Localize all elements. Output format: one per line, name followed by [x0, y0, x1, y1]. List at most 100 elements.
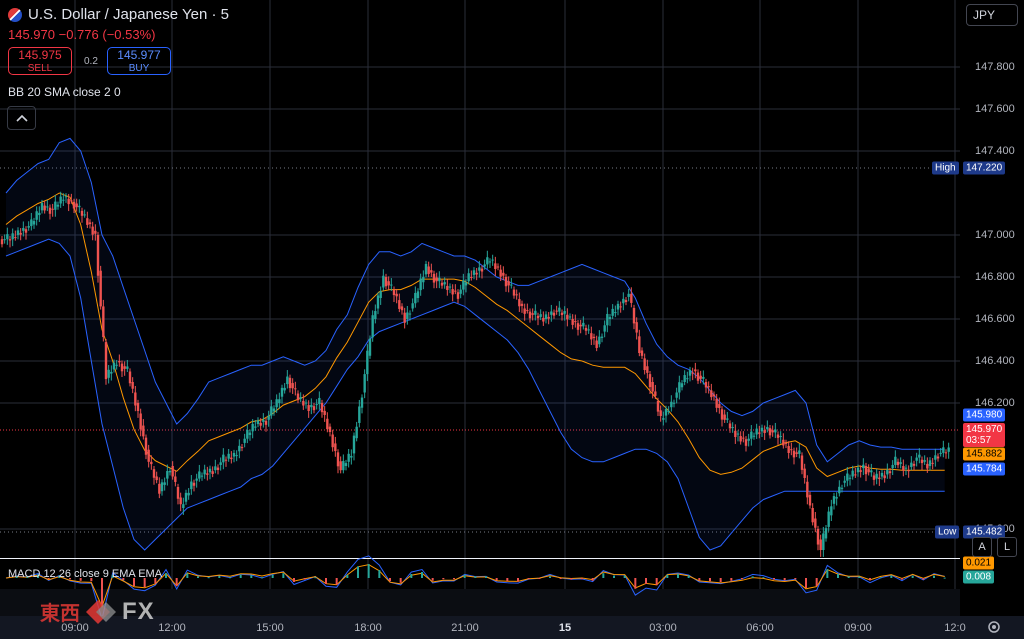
macd-hist-bar [879, 577, 882, 579]
buy-button[interactable]: 145.977 BUY [107, 47, 171, 75]
candle-body [275, 399, 278, 408]
candle-body [819, 539, 822, 550]
candle-body [128, 371, 132, 384]
candle-body [323, 410, 326, 415]
candle-body [363, 374, 366, 393]
price-label: 146.400 [975, 355, 1015, 367]
candle-body [942, 447, 945, 453]
candle-body [734, 430, 737, 438]
candle-body [270, 406, 273, 416]
candle-body [464, 282, 468, 286]
macd-hist-bar [751, 576, 754, 578]
bb-upper-tag: 145.980 [963, 408, 1006, 422]
candle-body [744, 439, 748, 446]
candle-body [451, 289, 454, 295]
candle-body [816, 529, 820, 545]
symbol-header[interactable]: U.S. Dollar / Japanese Yen · 5 [8, 6, 229, 23]
candle-body [352, 435, 356, 454]
candle-body [198, 471, 201, 479]
bb-basis-tag: 145.882 [963, 447, 1006, 461]
candle-body [240, 447, 244, 449]
candle-body [446, 285, 449, 291]
candle-body [427, 266, 430, 274]
candle-body [14, 237, 17, 239]
candle-body [624, 300, 628, 302]
candle-body [520, 303, 524, 306]
candle-body [411, 303, 414, 309]
candle-body [587, 329, 590, 331]
macd-legend[interactable]: MACD 12 26 close 9 EMA EMA [8, 568, 162, 580]
high-value-tag: 147.220 [963, 161, 1006, 175]
macd-hist-bar [506, 578, 509, 582]
sell-price: 145.975 [18, 48, 62, 62]
bb-lower-tag: 145.784 [963, 462, 1006, 476]
candle-body [688, 370, 692, 376]
macd-hist-bar [815, 578, 818, 586]
macd-hist-bar [527, 578, 530, 580]
candle-body [163, 482, 166, 485]
candle-body [72, 201, 76, 209]
candle-body [422, 276, 425, 283]
candle-body [280, 387, 284, 397]
currency-select[interactable]: JPY [966, 4, 1018, 26]
gear-icon[interactable] [986, 619, 1002, 635]
macd-hist-bar [229, 577, 231, 579]
candle-body [827, 511, 830, 527]
indicator-legend[interactable]: BB 20 SMA close 2 0 [8, 85, 121, 99]
macd-hist-bar [730, 578, 733, 581]
candle-body [590, 333, 593, 340]
candle-body [600, 336, 604, 338]
candle-body [230, 457, 233, 460]
candle-body [603, 325, 606, 332]
candle-body [632, 307, 636, 324]
price-label: 147.400 [975, 145, 1015, 157]
macd-hist-bar [250, 575, 253, 578]
candle-body [878, 477, 881, 480]
price-chart[interactable] [0, 0, 1024, 639]
candle-body [494, 263, 497, 270]
candle-body [552, 312, 556, 316]
candle-body [792, 450, 796, 458]
candle-body [659, 410, 662, 417]
candle-body [891, 464, 894, 469]
candle-body [291, 383, 294, 389]
candle-body [568, 316, 572, 318]
price-label: 147.800 [975, 61, 1015, 73]
candle-body [512, 289, 516, 296]
candle-body [902, 466, 905, 471]
candle-body [496, 266, 500, 268]
time-label: 15 [558, 622, 572, 634]
candle-body [96, 235, 100, 276]
logo-mark-icon [86, 599, 116, 624]
candle-body [859, 470, 862, 472]
macd-hist-bar [325, 578, 327, 584]
log-scale-button[interactable]: L [997, 537, 1017, 557]
logo-fx: FX [122, 597, 155, 625]
candle-body [547, 316, 550, 319]
candle-body [715, 398, 718, 408]
candle-body [835, 497, 838, 499]
candle-body [531, 313, 534, 315]
candle-body [395, 293, 398, 297]
sell-button[interactable]: 145.975 SELL [8, 47, 72, 75]
candle-body [848, 477, 852, 479]
spread: 0.2 [84, 56, 98, 67]
candle-body [880, 472, 884, 477]
candle-body [904, 467, 908, 469]
auto-scale-button[interactable]: A [972, 537, 992, 557]
candle-body [107, 369, 110, 378]
candle-body [918, 454, 921, 458]
collapse-legend-button[interactable] [7, 106, 36, 130]
candle-body [936, 456, 940, 459]
macd-hist-bar [901, 578, 903, 580]
candle-body [75, 203, 78, 208]
macd-hist-bar [687, 575, 690, 578]
candle-body [38, 212, 41, 216]
candle-body [755, 428, 758, 435]
candle-body [702, 376, 705, 379]
candle-body [264, 420, 268, 425]
candle-body [56, 204, 60, 207]
candle-body [662, 418, 665, 420]
candle-body [448, 286, 452, 288]
macd-hist-bar [602, 573, 605, 578]
